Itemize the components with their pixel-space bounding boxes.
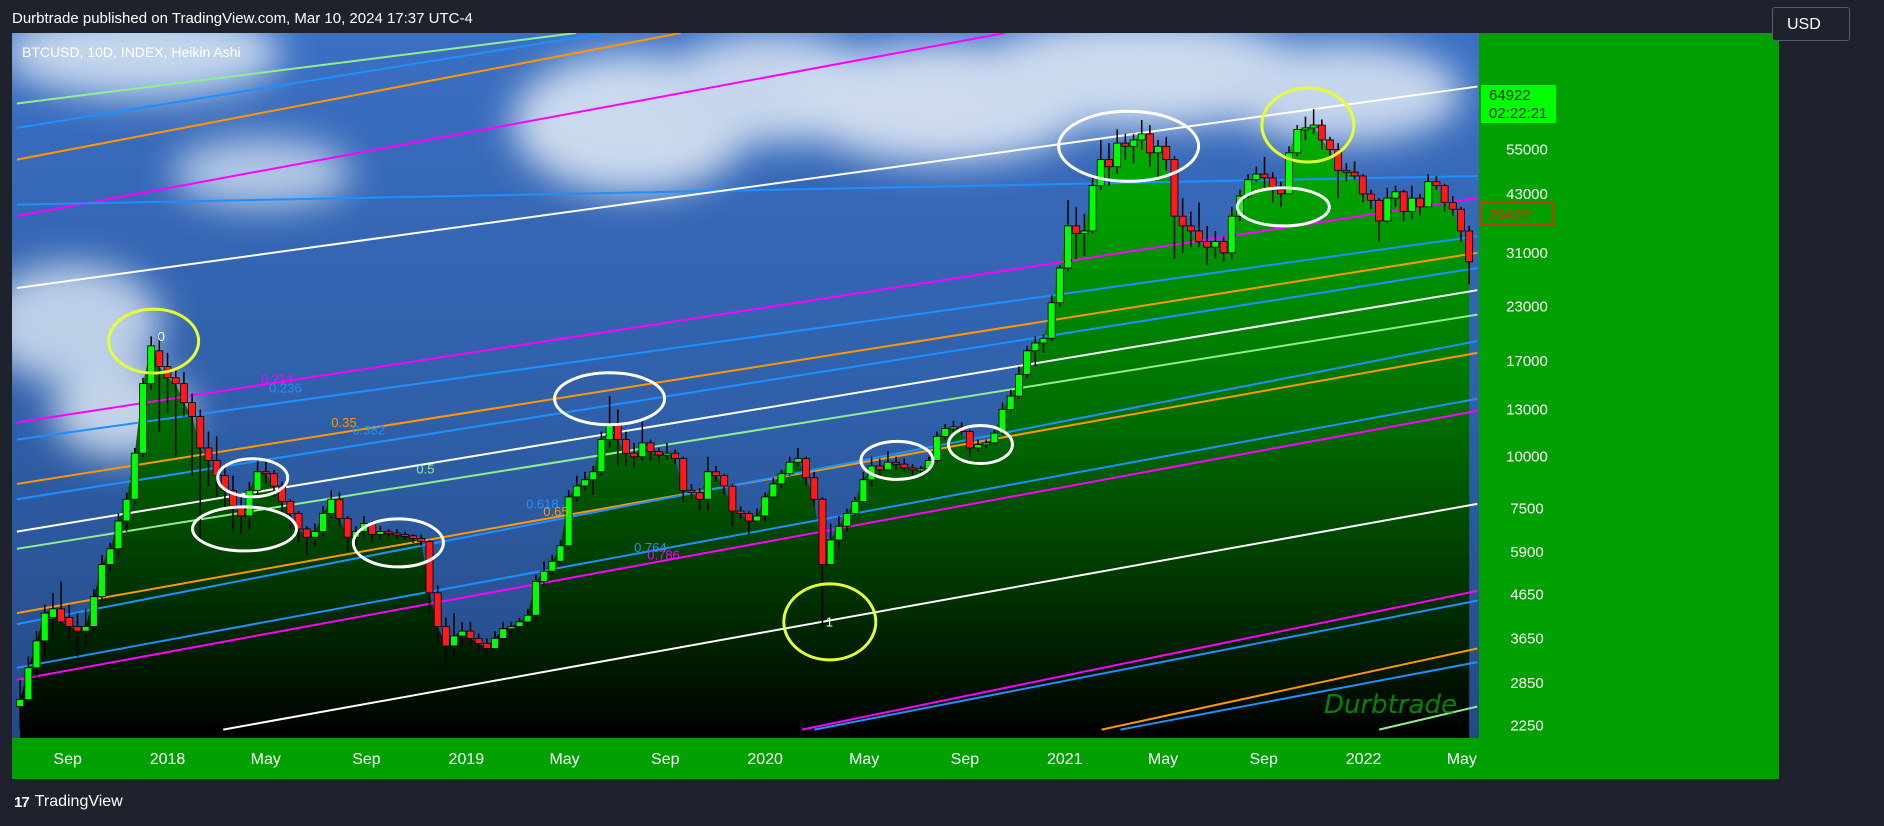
fib-label-5: 0.5 bbox=[416, 462, 434, 477]
last-price-countdown: 02:22:21 bbox=[1489, 105, 1547, 122]
x-tick-1: 2018 bbox=[150, 751, 186, 768]
x-tick-12: Sep bbox=[1249, 751, 1278, 768]
chart-area[interactable]: 0 0.214 0.236 0.35 0.382 0.5 0.618 0.65 0.764 0.7… bbox=[12, 33, 1779, 779]
x-tick-10: 2021 bbox=[1047, 751, 1083, 768]
y-tick-12: 55000 bbox=[1506, 142, 1548, 159]
y-tick-0: 2250 bbox=[1510, 718, 1543, 735]
x-tick-5: May bbox=[549, 751, 579, 768]
candle-63 bbox=[532, 574, 540, 620]
y-tick-1: 2850 bbox=[1510, 675, 1543, 692]
y-tick-2: 3650 bbox=[1510, 630, 1543, 647]
candle-123 bbox=[1023, 345, 1032, 378]
symbol-info: BTCUSD, 10D, INDEX, Heikin Ashi bbox=[22, 44, 241, 60]
fib-label-7: 0.65 bbox=[543, 504, 568, 519]
candle-156 bbox=[1293, 125, 1302, 157]
x-tick-3: Sep bbox=[352, 751, 381, 768]
candle-67 bbox=[564, 490, 573, 549]
price-chart[interactable]: 00.2140.2360.350.3820.50.6180.650.7640.7… bbox=[12, 33, 1779, 779]
x-tick-9: Sep bbox=[951, 751, 980, 768]
y-axis: 2250 2850 3650 4650 5900 7500 10000 13000 17000 2… bbox=[1506, 98, 1548, 734]
fib-label-4: 0.382 bbox=[353, 423, 386, 438]
x-tick-0: Sep bbox=[53, 751, 82, 768]
published-header: Durbtrade published on TradingView.com, … bbox=[12, 10, 473, 27]
x-tick-4: 2019 bbox=[449, 751, 485, 768]
x-tick-8: May bbox=[849, 751, 879, 768]
y-tick-8: 17000 bbox=[1506, 353, 1548, 370]
y-tick-5: 7500 bbox=[1510, 501, 1543, 518]
candle-15 bbox=[139, 377, 147, 457]
footer-brand-name: TradingView bbox=[34, 793, 123, 810]
last-price-value: 64922 bbox=[1489, 87, 1531, 104]
y-tick-7: 13000 bbox=[1506, 401, 1548, 418]
x-tick-6: Sep bbox=[651, 751, 680, 768]
fib-label-0: 0 bbox=[158, 329, 165, 344]
watermark: Durbtrade bbox=[1324, 690, 1457, 720]
candle-131 bbox=[1088, 177, 1097, 234]
x-tick-14: May bbox=[1447, 751, 1477, 768]
x-tick-7: 2020 bbox=[747, 751, 783, 768]
y-tick-10: 31000 bbox=[1506, 245, 1548, 262]
fib-label-2: 0.236 bbox=[269, 380, 302, 395]
fib-label-9: 0.786 bbox=[647, 548, 680, 563]
tradingview-logo-icon: 17 bbox=[14, 793, 30, 811]
y-tick-3: 4650 bbox=[1510, 587, 1543, 604]
x-tick-11: May bbox=[1148, 751, 1178, 768]
y-tick-6: 10000 bbox=[1506, 449, 1548, 466]
fib-label-10: 1 bbox=[826, 614, 833, 629]
candle-14 bbox=[130, 447, 139, 504]
marker-price-value: 29422 bbox=[1489, 207, 1531, 224]
x-tick-13: 2022 bbox=[1346, 751, 1382, 768]
y-tick-11: 43000 bbox=[1506, 186, 1548, 203]
footer-brand[interactable]: 17 TradingView bbox=[14, 793, 123, 811]
x-tick-2: May bbox=[251, 751, 281, 768]
y-tick-9: 23000 bbox=[1506, 299, 1548, 316]
candle-127 bbox=[1055, 264, 1064, 307]
candle-112 bbox=[933, 431, 941, 463]
x-axis: Sep 2018 May Sep 2019 May Sep 2020 May Sep 2021 May… bbox=[53, 751, 1476, 768]
currency-selector[interactable]: USD bbox=[1772, 7, 1850, 41]
y-tick-4: 5900 bbox=[1510, 544, 1543, 561]
